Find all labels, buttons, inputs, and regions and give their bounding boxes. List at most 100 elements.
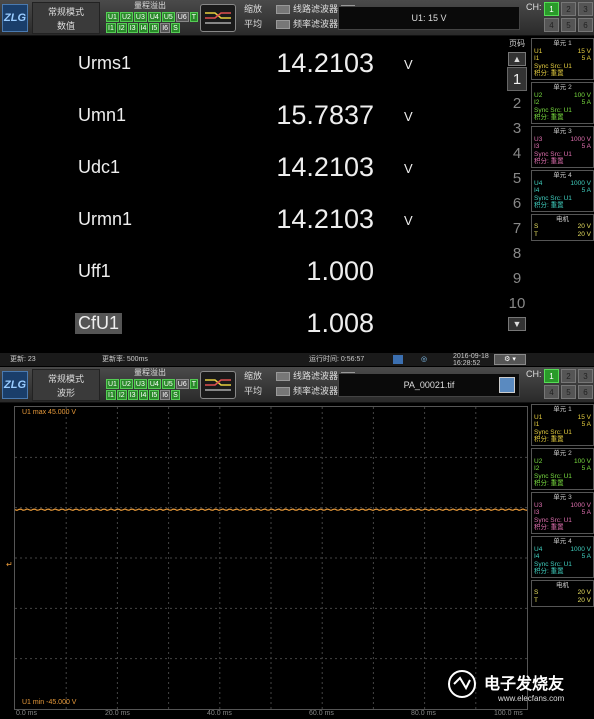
parameter-value: 15.7837 — [276, 100, 374, 130]
range-chip: U6 — [175, 12, 189, 22]
page-button[interactable]: 8 — [507, 242, 527, 266]
numeric-row[interactable]: Uff1 1.000 — [0, 251, 504, 291]
parameter-name: Udc1 — [78, 157, 121, 177]
range-chip: I3 — [127, 23, 138, 33]
unit-range: 1000 V — [570, 179, 591, 187]
channel-5-button[interactable]: 5 — [561, 18, 576, 32]
date: 2016-09-18 — [453, 353, 489, 360]
unit-title: 电机 — [556, 581, 569, 589]
u1-trace — [15, 508, 527, 512]
unit-label: I2 — [534, 465, 540, 473]
unit-card[interactable]: 单元 1 U1 15 V I1 5 A Sync Src: U1 积分: 重置 — [531, 404, 594, 446]
page-button[interactable]: 4 — [507, 142, 527, 166]
unit-sidebar-top: 单元 1 U1 15 V I1 5 A Sync Src: U1 积分: 重置 单元 2 U2 1… — [531, 38, 594, 243]
page-button[interactable]: 3 — [507, 117, 527, 141]
line-filter-checkbox[interactable] — [276, 5, 290, 14]
unit-title: 单元 1 — [553, 406, 572, 413]
avg-label: 平均 — [244, 386, 263, 396]
page-button[interactable]: 10 — [507, 292, 527, 316]
waveform-icon — [205, 12, 231, 24]
unit-label: I2 — [534, 99, 540, 107]
channel-4-button[interactable]: 4 — [544, 385, 559, 399]
unit-label: U4 — [534, 179, 543, 187]
page-button[interactable]: 9 — [507, 267, 527, 291]
numeric-row[interactable]: Umn1 15.7837 V — [0, 95, 504, 135]
unit-label: I1 — [534, 55, 540, 63]
watermark-logo: 电子发烧友 www.elecfans.com — [442, 666, 582, 706]
waveform-icon — [205, 379, 231, 391]
zoom-label: 缩放 — [244, 371, 263, 381]
line-filter-label: 线路滤波器 — [293, 4, 339, 14]
line-filter-checkbox[interactable] — [276, 372, 290, 381]
unit-range: 100 V — [574, 457, 591, 465]
range-chip: U5 — [161, 12, 175, 22]
channel-3-button[interactable]: 3 — [578, 369, 593, 383]
unit-card[interactable]: 单元 1 U1 15 V I1 5 A Sync Src: U1 积分: 重置 — [531, 38, 594, 80]
integration-status: 积分: 重置 — [534, 202, 564, 210]
unit-card[interactable]: 单元 2 U2 100 V I2 5 A Sync Src: U1 积分: 重置 — [531, 447, 594, 490]
channel-3-button[interactable]: 3 — [578, 2, 593, 16]
page-up-button[interactable]: ▲ — [508, 52, 526, 66]
unit-card[interactable]: 单元 3 U3 1000 V I3 5 A Sync Src: U1 积分: 重置 — [531, 125, 594, 168]
unit-card[interactable]: 电机 S 20 V T 20 V — [531, 213, 594, 241]
x-tick: 20.0 ms — [105, 710, 130, 717]
range-chip: U2 — [119, 379, 133, 389]
mode-line2: 波形 — [56, 388, 75, 398]
parameter-name: Uff1 — [78, 261, 111, 281]
mode-button[interactable]: 常规模式 波形 — [32, 369, 100, 401]
channel-6-button[interactable]: 6 — [578, 18, 593, 32]
page-button[interactable]: 5 — [507, 167, 527, 191]
freq-filter-checkbox[interactable] — [276, 20, 290, 29]
image-file-icon[interactable] — [499, 377, 515, 393]
channel-2-button[interactable]: 2 — [561, 369, 576, 383]
freq-filter-checkbox[interactable] — [276, 387, 290, 396]
waveform-toggle-button[interactable] — [200, 371, 236, 399]
status-bar: 更新: 23 更新率: 500ms 运行时间: 0:56:57 ◎ 2016-0… — [0, 353, 594, 367]
unit-label: U2 — [534, 457, 543, 465]
numeric-row[interactable]: Urms1 14.2103 V — [0, 43, 504, 83]
mode-line1: 常规模式 — [47, 374, 84, 384]
unit-card[interactable]: 单元 4 U4 1000 V I4 5 A Sync Src: U1 积分: 重置 — [531, 169, 594, 212]
mode-button[interactable]: 常规模式 数值 — [32, 2, 100, 34]
unit-label: T — [534, 597, 538, 605]
numeric-row-selected[interactable]: CfU1 1.008 — [0, 303, 504, 343]
unit-range: 100 V — [574, 91, 591, 99]
unit-range: 5 A — [581, 143, 591, 151]
unit-card[interactable]: 单元 2 U2 100 V I2 5 A Sync Src: U1 积分: 重置 — [531, 81, 594, 124]
channel-6-button[interactable]: 6 — [578, 385, 593, 399]
channel-5-button[interactable]: 5 — [561, 385, 576, 399]
unit-sidebar-bottom: 单元 1 U1 15 V I1 5 A Sync Src: U1 积分: 重置 单元 2 U2 1… — [531, 404, 594, 609]
channel-4-button[interactable]: 4 — [544, 18, 559, 32]
numeric-row[interactable]: Udc1 14.2103 V — [0, 147, 504, 187]
range-title: 量程溢出 — [134, 368, 166, 377]
integration-status: 积分: 重置 — [534, 114, 564, 122]
date-time: 2016-09-18 16:28:52 — [453, 353, 489, 367]
page-button[interactable]: 7 — [507, 217, 527, 241]
numeric-row[interactable]: Urmn1 14.2103 V — [0, 199, 504, 239]
page-button[interactable]: 2 — [507, 92, 527, 116]
unit-card[interactable]: 单元 3 U3 1000 V I3 5 A Sync Src: U1 积分: 重置 — [531, 491, 594, 534]
unit-card[interactable]: 单元 4 U4 1000 V I4 5 A Sync Src: U1 积分: 重置 — [531, 535, 594, 578]
ch-label: CH: — [526, 2, 542, 12]
trigger-marker-icon: ↵ — [6, 560, 13, 569]
unit-title: 电机 — [556, 215, 569, 223]
page-button[interactable]: 6 — [507, 192, 527, 216]
unit-range: 5 A — [581, 187, 591, 195]
waveform-plot[interactable]: U1 max 45.000 V U1 min -45.000 V — [14, 406, 528, 710]
pager-title: 页码 — [509, 39, 525, 48]
unit-range: 5 A — [581, 465, 591, 473]
unit-range: 15 V — [577, 47, 591, 55]
page-down-button[interactable]: ▼ — [508, 317, 526, 331]
unit-label: I3 — [534, 143, 540, 151]
parameter-name: CfU1 — [75, 313, 123, 334]
waveform-toggle-button[interactable] — [200, 4, 236, 32]
range-chip: S — [171, 23, 180, 33]
channel-2-button[interactable]: 2 — [561, 2, 576, 16]
x-tick: 80.0 ms — [411, 710, 436, 717]
unit-card[interactable]: 电机 S 20 V T 20 V — [531, 579, 594, 607]
channel-1-button[interactable]: 1 — [544, 369, 559, 383]
channel-1-button[interactable]: 1 — [544, 2, 559, 16]
page-button[interactable]: 1 — [507, 67, 527, 91]
unit-label: U1 — [534, 47, 543, 55]
settings-button[interactable]: ⚙ ▾ — [494, 354, 526, 365]
